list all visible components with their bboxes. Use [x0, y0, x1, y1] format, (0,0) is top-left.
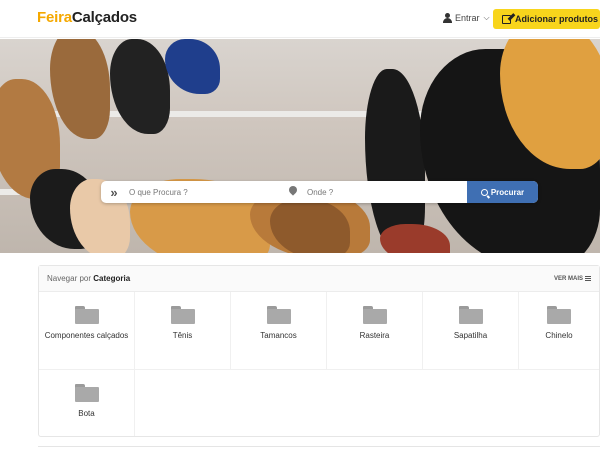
double-chevron-right-icon: »: [110, 184, 118, 200]
folder-icon: [170, 306, 195, 324]
footer-divider: [38, 446, 600, 447]
search-bar: » O que Procura ? Onde ? Procurar: [101, 181, 538, 203]
category-item-rasteira[interactable]: Rasteira: [327, 292, 423, 370]
category-card-header: Navegar por Categoria VER MAIS: [39, 266, 599, 292]
category-item-tenis[interactable]: Tênis: [135, 292, 231, 370]
folder-icon: [266, 306, 291, 324]
login-menu[interactable]: Entrar ⌵: [443, 13, 490, 23]
category-item-bota[interactable]: Bota: [39, 370, 135, 436]
hero-shoe-shape: [165, 39, 220, 94]
search-button-label: Procurar: [490, 187, 525, 197]
category-item-tamancos[interactable]: Tamancos: [231, 292, 327, 370]
logo-part-calcados: Calçados: [71, 9, 137, 26]
map-pin-icon: [287, 186, 299, 198]
category-title-prefix: Navegar por: [47, 274, 92, 283]
category-card-title: Navegar por Categoria: [47, 274, 130, 283]
hero-banner: » O que Procura ? Onde ? Procurar: [0, 39, 600, 253]
folder-icon: [74, 384, 99, 402]
hero-shoe-shape: [380, 224, 450, 253]
search-icon: [480, 188, 488, 196]
hero-shoe-shape: [110, 39, 170, 134]
search-what-input[interactable]: O que Procura ?: [127, 188, 287, 197]
search-button[interactable]: Procurar: [467, 181, 538, 203]
category-label: Bota: [78, 409, 95, 418]
category-label: Tênis: [172, 331, 193, 340]
folder-icon: [458, 306, 483, 324]
see-more-link[interactable]: VER MAIS: [554, 276, 591, 282]
category-label: Chinelo: [545, 331, 573, 340]
category-card: Navegar por Categoria VER MAIS Component…: [38, 265, 600, 437]
user-icon: [443, 13, 452, 23]
folder-icon: [547, 306, 571, 324]
category-label: Componentes calçados: [44, 331, 129, 340]
chevron-down-icon: ⌵: [483, 13, 490, 22]
folder-icon: [362, 306, 387, 324]
category-title-strong: Categoria: [93, 274, 131, 283]
category-item-chinelo[interactable]: Chinelo: [519, 292, 599, 370]
search-where-input[interactable]: Onde ?: [299, 188, 467, 197]
login-label: Entrar: [455, 13, 480, 23]
category-label: Rasteira: [359, 331, 390, 340]
site-logo[interactable]: FeiraCalçados: [37, 9, 137, 26]
category-label: Tamancos: [260, 331, 297, 340]
list-icon: [585, 276, 591, 281]
add-products-button[interactable]: Adicionar produtos: [493, 9, 600, 29]
see-more-label: VER MAIS: [553, 275, 583, 282]
add-products-label: Adicionar produtos: [515, 14, 598, 24]
category-item-sapatilha[interactable]: Sapatilha: [423, 292, 519, 370]
folder-icon: [74, 306, 99, 324]
edit-icon: [502, 14, 511, 24]
hero-shoe-shape: [50, 39, 110, 139]
category-label: Sapatilha: [453, 331, 488, 340]
category-item-componentes[interactable]: Componentes calçados: [39, 292, 135, 370]
site-header: FeiraCalçados Entrar ⌵ Adicionar produto…: [0, 0, 600, 38]
logo-part-feira: Feira: [37, 9, 72, 26]
